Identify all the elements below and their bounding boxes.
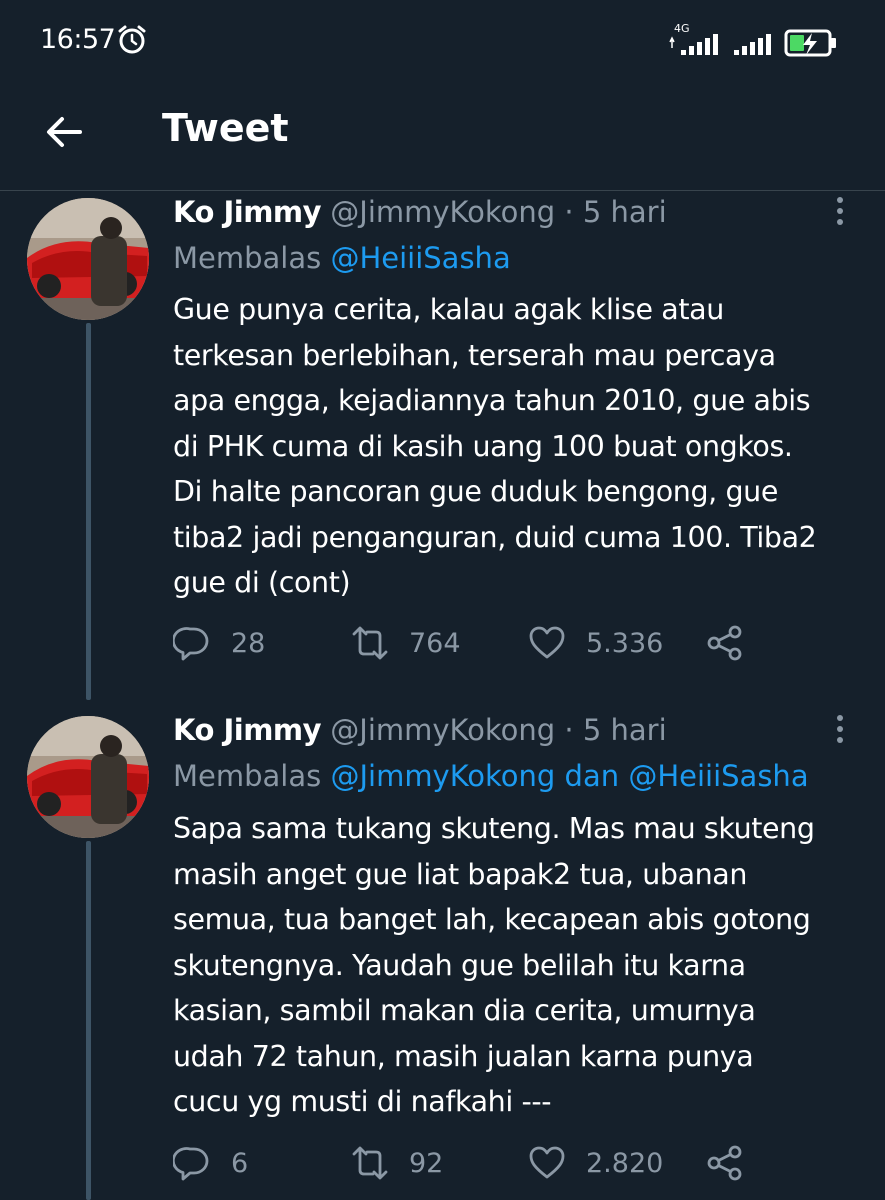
- tweet-text: Sapa sama tukang skuteng. Mas mau skuten…: [173, 806, 873, 1125]
- mention-link[interactable]: @JimmyKokong dan @HeiiiSasha: [330, 759, 808, 793]
- replying-to: Membalas @HeiiiSasha: [173, 238, 511, 278]
- tweet-text-line: gue di (cont): [173, 566, 351, 599]
- author-handle[interactable]: @JimmyKokong: [330, 195, 555, 229]
- tweet-time: · 5 hari: [564, 195, 667, 229]
- share-icon: [707, 1145, 742, 1181]
- replying-to: Membalas @JimmyKokong dan @HeiiiSasha: [173, 756, 809, 796]
- tweet-text-line: di PHK cuma di kasih uang 100 buat ongko…: [173, 429, 793, 463]
- tweet-actions: 6 92 2.820: [173, 1143, 773, 1183]
- retweet-button[interactable]: 764: [351, 623, 461, 663]
- reply-icon: [173, 1147, 209, 1181]
- tweet-text-line: Di halte pancoran gue duduk bengong, gue: [173, 475, 778, 508]
- like-button[interactable]: 5.336: [528, 623, 663, 663]
- tweet-text-line: masih anget gue liat bapak2 tua, ubanan: [173, 857, 748, 891]
- tweet-actions: 28 764 5.336: [173, 623, 773, 663]
- retweet-count: 92: [409, 1147, 444, 1179]
- tweet-text-line: udah 72 tahun, masih jualan karna punya: [173, 1039, 754, 1073]
- tweet-text-line: terkesan berlebihan, terserah mau percay…: [173, 338, 776, 372]
- share-button[interactable]: [706, 1143, 744, 1183]
- retweet-icon: [352, 1146, 388, 1180]
- arrow-left-icon[interactable]: [42, 110, 86, 154]
- battery-charging-icon: [784, 29, 836, 57]
- more-vertical-icon[interactable]: [828, 710, 852, 750]
- retweet-icon: [352, 626, 388, 660]
- tweet-text-line: skutengnya. Yaudah gue belilah itu karna: [173, 948, 746, 982]
- status-bar: 16:57 4G: [0, 0, 885, 82]
- thread-line: [86, 323, 91, 700]
- like-count: 5.336: [586, 627, 664, 659]
- tweet-text-line: apa engga, kejadiannya tahun 2010, gue a…: [173, 384, 811, 417]
- avatar[interactable]: [27, 198, 149, 320]
- thread-line: [86, 841, 91, 1200]
- signal-icon: [669, 34, 718, 55]
- tweet-time: · 5 hari: [564, 713, 667, 747]
- tweet-text-line: Gue punya cerita, kalau agak klise atau: [173, 293, 724, 326]
- mention-link[interactable]: @HeiiiSasha: [330, 241, 510, 275]
- reply-icon: [173, 627, 209, 661]
- like-button[interactable]: 2.820: [528, 1143, 663, 1183]
- author-name[interactable]: Ko Jimmy: [173, 195, 322, 229]
- share-button[interactable]: [706, 623, 744, 663]
- reply-count: 6: [231, 1147, 249, 1179]
- author-handle[interactable]: @JimmyKokong: [330, 713, 555, 747]
- tweet-text-line: Sapa sama tukang skuteng. Mas mau skuten…: [173, 812, 815, 845]
- tweet[interactable]: Ko Jimmy @JimmyKokong · 5 hari Membalas …: [0, 191, 885, 700]
- tweet-text-line: kasian, sambil makan dia cerita, umurnya: [173, 994, 756, 1027]
- status-icons: 4G: [668, 22, 843, 58]
- app-bar: Tweet: [0, 82, 885, 190]
- more-vertical-icon[interactable]: [828, 192, 852, 232]
- retweet-count: 764: [409, 627, 461, 659]
- reply-count: 28: [231, 627, 266, 659]
- tweet-text-line: cucu yg musti di nafkahi ---: [173, 1085, 552, 1118]
- tweet[interactable]: Ko Jimmy @JimmyKokong · 5 hari Membalas …: [0, 700, 885, 1200]
- status-time: 16:57: [40, 24, 116, 55]
- reply-button[interactable]: 6: [173, 1143, 248, 1183]
- tweet-header: Ko Jimmy @JimmyKokong · 5 hari: [173, 710, 667, 750]
- replying-prefix: Membalas: [173, 759, 322, 793]
- like-count: 2.820: [586, 1147, 664, 1179]
- tweet-text-line: tiba2 jadi penganguran, duid cuma 100. T…: [173, 520, 817, 554]
- tweet-header: Ko Jimmy @JimmyKokong · 5 hari: [173, 192, 667, 232]
- heart-icon: [529, 626, 565, 659]
- avatar[interactable]: [27, 716, 149, 838]
- signal-icon: [734, 34, 771, 55]
- page-title: Tweet: [162, 106, 289, 150]
- alarm-icon: [118, 25, 146, 54]
- tweet-text-line: semua, tua banget lah, kecapean abis got…: [173, 903, 811, 936]
- replying-prefix: Membalas: [173, 241, 322, 275]
- author-name[interactable]: Ko Jimmy: [173, 713, 322, 747]
- reply-button[interactable]: 28: [173, 623, 265, 663]
- tweet-text: Gue punya cerita, kalau agak klise atau …: [173, 287, 873, 606]
- retweet-button[interactable]: 92: [351, 1143, 443, 1183]
- share-icon: [707, 625, 742, 661]
- heart-icon: [529, 1146, 565, 1179]
